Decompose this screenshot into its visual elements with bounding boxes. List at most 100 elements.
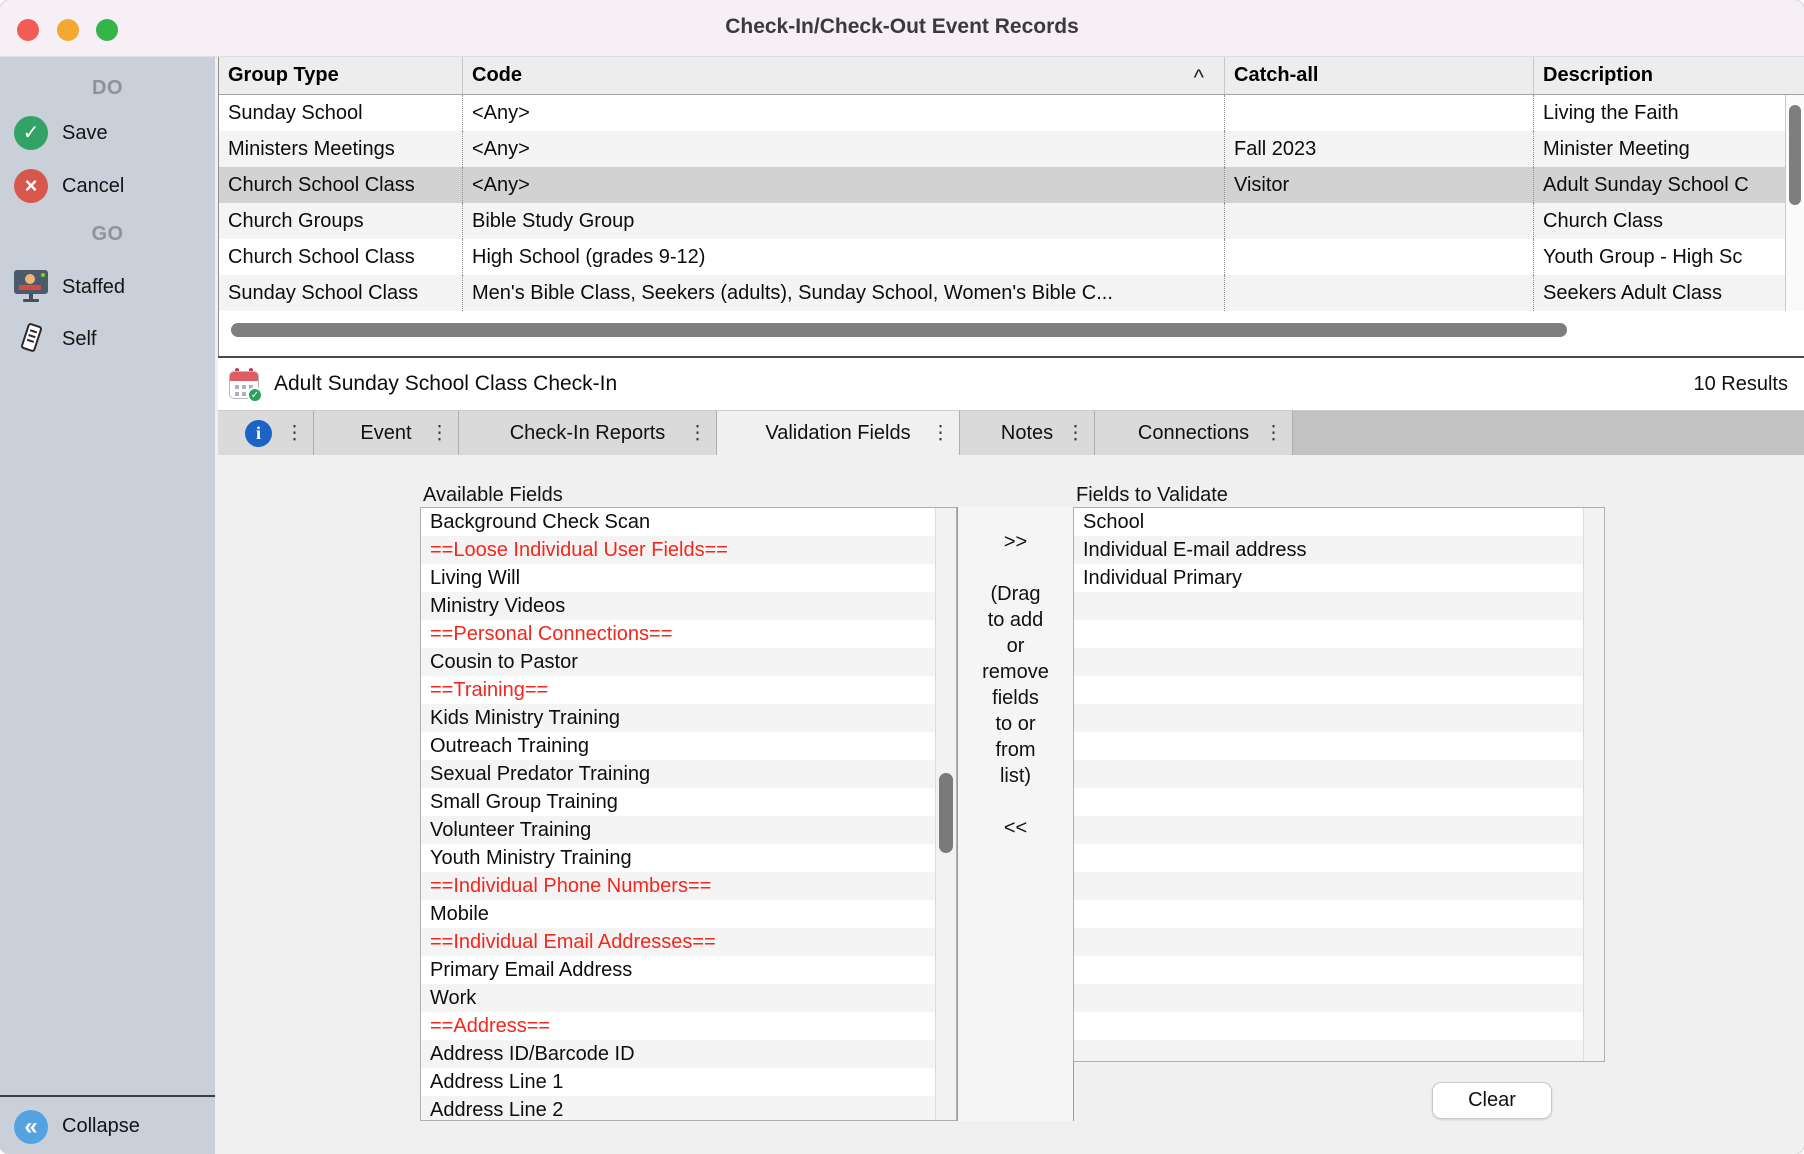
collapse-button[interactable]: « Collapse xyxy=(0,1099,215,1154)
cell-code: High School (grades 9-12) xyxy=(463,239,1225,275)
available-list-scrollbar-thumb[interactable] xyxy=(939,773,953,853)
self-checkin-icon xyxy=(13,321,49,357)
tab-info[interactable]: i ⋮ xyxy=(218,411,314,455)
tab-menu-kebab-icon[interactable]: ⋮ xyxy=(1264,422,1283,445)
table-row[interactable]: Church Groups Bible Study Group Church C… xyxy=(219,203,1804,239)
sidebar-item-cancel[interactable]: × Cancel xyxy=(0,167,215,205)
checkin-calendar-icon: ✓ xyxy=(228,368,260,400)
cell-description: Youth Group - High Sc xyxy=(1534,239,1804,275)
cell-description: Living the Faith xyxy=(1534,95,1804,131)
available-field-item[interactable]: Outreach Training xyxy=(421,732,956,760)
table-header: Group Type Code ^ Catch-all Description xyxy=(219,57,1804,95)
column-header-code[interactable]: Code ^ xyxy=(463,57,1225,94)
tab-menu-kebab-icon[interactable]: ⋮ xyxy=(688,422,707,445)
calendar-check-badge-icon: ✓ xyxy=(247,387,263,403)
validate-field-item[interactable]: Individual Primary xyxy=(1074,564,1604,592)
available-field-item[interactable]: Background Check Scan xyxy=(421,508,956,536)
cell-group-type: Sunday School xyxy=(219,95,463,131)
column-header-description[interactable]: Description xyxy=(1534,57,1804,94)
cancel-label: Cancel xyxy=(62,175,124,198)
available-field-item[interactable]: Kids Ministry Training xyxy=(421,704,956,732)
table-row[interactable]: Sunday School <Any> Living the Faith xyxy=(219,95,1804,131)
tab-menu-kebab-icon[interactable]: ⋮ xyxy=(931,422,950,445)
available-field-item[interactable]: ==Loose Individual User Fields== xyxy=(421,536,956,564)
tab[interactable]: Connections ⋮ xyxy=(1095,411,1293,455)
cell-group-type: Church School Class xyxy=(219,167,463,203)
validate-list-scrollbar[interactable] xyxy=(1583,508,1604,1061)
column-header-catch-all[interactable]: Catch-all xyxy=(1225,57,1534,94)
tab[interactable]: Notes ⋮ xyxy=(960,411,1095,455)
save-check-icon: ✓ xyxy=(14,116,48,150)
validate-field-item[interactable]: Individual E-mail address xyxy=(1074,536,1604,564)
tab[interactable]: Event ⋮ xyxy=(314,411,459,455)
available-field-item[interactable]: Youth Ministry Training xyxy=(421,844,956,872)
cell-description: Seekers Adult Class xyxy=(1534,275,1804,311)
available-field-item[interactable]: ==Individual Email Addresses== xyxy=(421,928,956,956)
cell-group-type: Ministers Meetings xyxy=(219,131,463,167)
sidebar-item-staffed[interactable]: Staffed xyxy=(0,268,215,306)
available-fields-label: Available Fields xyxy=(423,484,563,507)
tab-label: Validation Fields xyxy=(765,422,910,445)
collapse-label: Collapse xyxy=(62,1115,140,1138)
sidebar-section-do: DO xyxy=(0,77,215,100)
cell-catch-all xyxy=(1225,275,1534,311)
tab-bar: i ⋮ Event ⋮ Check-In Reports ⋮ xyxy=(218,411,1804,455)
available-field-item[interactable]: ==Address== xyxy=(421,1012,956,1040)
table-horizontal-scrollbar-thumb[interactable] xyxy=(231,323,1567,337)
table-vertical-scrollbar-thumb[interactable] xyxy=(1789,105,1801,205)
cell-group-type: Sunday School Class xyxy=(219,275,463,311)
table-vertical-scrollbar[interactable] xyxy=(1785,95,1804,311)
table-row[interactable]: Sunday School Class Men's Bible Class, S… xyxy=(219,275,1804,311)
tab-menu-kebab-icon[interactable]: ⋮ xyxy=(430,422,449,445)
app-window: Check-In/Check-Out Event Records DO ✓ Sa… xyxy=(0,0,1804,1154)
available-field-item[interactable]: Sexual Predator Training xyxy=(421,760,956,788)
sidebar-item-self[interactable]: Self xyxy=(0,320,215,358)
available-field-item[interactable]: Ministry Videos xyxy=(421,592,956,620)
available-field-item[interactable]: ==Training== xyxy=(421,676,956,704)
available-field-item[interactable]: ==Individual Phone Numbers== xyxy=(421,872,956,900)
window-title: Check-In/Check-Out Event Records xyxy=(0,15,1804,39)
cell-description: Minister Meeting xyxy=(1534,131,1804,167)
available-field-item[interactable]: Address Line 2 xyxy=(421,1096,956,1121)
cell-code: Men's Bible Class, Seekers (adults), Sun… xyxy=(463,275,1225,311)
self-label: Self xyxy=(62,328,96,351)
available-field-item[interactable]: Address Line 1 xyxy=(421,1068,956,1096)
column-header-group-type[interactable]: Group Type xyxy=(219,57,463,94)
cell-description: Adult Sunday School C xyxy=(1534,167,1804,203)
tab[interactable]: Validation Fields ⋮ xyxy=(717,411,960,455)
table-row[interactable]: Church School Class <Any> Visitor Adult … xyxy=(219,167,1804,203)
tab-label: Notes xyxy=(1001,422,1053,445)
cell-code: <Any> xyxy=(463,167,1225,203)
sidebar-item-save[interactable]: ✓ Save xyxy=(0,114,215,152)
clear-button[interactable]: Clear xyxy=(1432,1082,1552,1119)
available-field-item[interactable]: Address ID/Barcode ID xyxy=(421,1040,956,1068)
cell-code: <Any> xyxy=(463,131,1225,167)
table-row[interactable]: Church School Class High School (grades … xyxy=(219,239,1804,275)
drag-transfer-hint[interactable]: >> (Drag to add or remove fields to or f… xyxy=(957,507,1074,1121)
tab[interactable]: Check-In Reports ⋮ xyxy=(459,411,717,455)
available-field-item[interactable]: ==Personal Connections== xyxy=(421,620,956,648)
sort-ascending-icon: ^ xyxy=(1194,59,1204,94)
titlebar: Check-In/Check-Out Event Records xyxy=(0,0,1804,57)
available-field-item[interactable]: Volunteer Training xyxy=(421,816,956,844)
main-area: Group Type Code ^ Catch-all Description … xyxy=(215,57,1804,1154)
available-field-item[interactable]: Small Group Training xyxy=(421,788,956,816)
table-horizontal-scrollbar[interactable] xyxy=(219,319,1804,341)
available-field-item[interactable]: Mobile xyxy=(421,900,956,928)
available-field-item[interactable]: Work xyxy=(421,984,956,1012)
available-list-scrollbar[interactable] xyxy=(935,508,956,1120)
record-header: ✓ Adult Sunday School Class Check-In 10 … xyxy=(218,356,1804,411)
cell-group-type: Church School Class xyxy=(219,239,463,275)
available-field-item[interactable]: Living Will xyxy=(421,564,956,592)
table-row[interactable]: Ministers Meetings <Any> Fall 2023 Minis… xyxy=(219,131,1804,167)
sidebar-divider xyxy=(0,1095,215,1097)
tab-label: Check-In Reports xyxy=(510,422,666,445)
available-fields-list: Background Check Scan ==Loose Individual… xyxy=(420,507,957,1121)
collapse-chevrons-icon: « xyxy=(14,1110,48,1144)
validate-field-item[interactable]: School xyxy=(1074,508,1604,536)
tab-menu-kebab-icon[interactable]: ⋮ xyxy=(1066,422,1085,445)
available-field-item[interactable]: Cousin to Pastor xyxy=(421,648,956,676)
tab-menu-kebab-icon[interactable]: ⋮ xyxy=(285,422,304,445)
cell-catch-all xyxy=(1225,239,1534,275)
available-field-item[interactable]: Primary Email Address xyxy=(421,956,956,984)
